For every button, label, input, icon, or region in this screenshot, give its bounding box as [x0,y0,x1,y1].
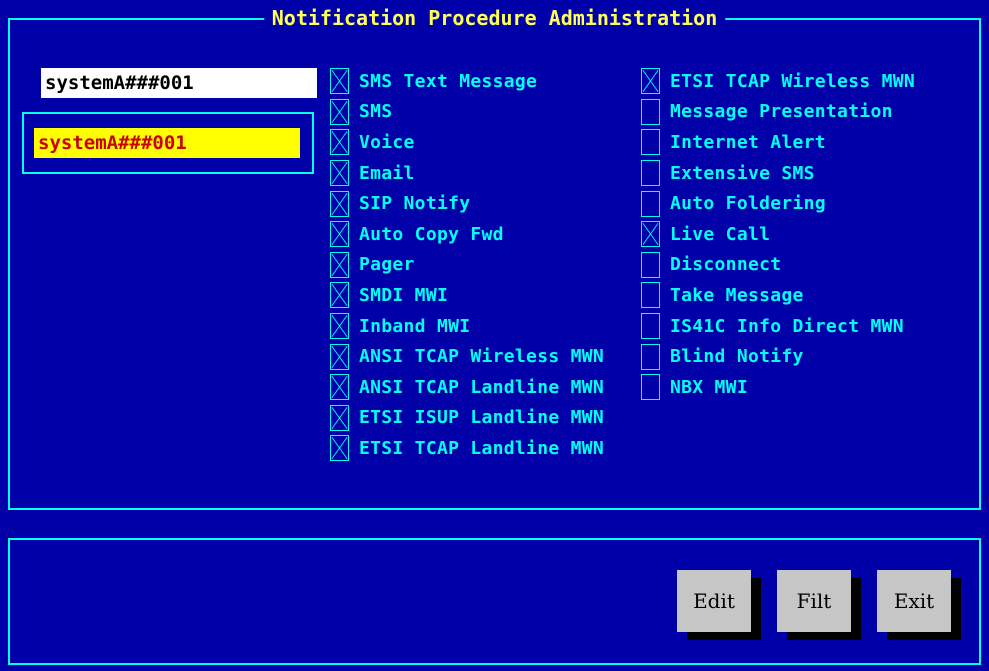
checkbox-checked-icon[interactable] [330,404,349,431]
option-etsi-tcap-landline-mwn[interactable]: ETSI TCAP Landline MWN [330,433,604,464]
checkbox-checked-icon[interactable] [641,68,660,95]
checkbox-checked-icon[interactable] [330,160,349,187]
option-label: Email [359,162,415,184]
record-list: systemA###001 [22,112,314,174]
option-label: Voice [359,131,415,153]
checkbox-checked-icon[interactable] [330,129,349,156]
checkbox-unchecked-icon[interactable] [641,282,660,309]
option-label: ETSI TCAP Wireless MWN [670,70,916,92]
option-etsi-isup-landline-mwn[interactable]: ETSI ISUP Landline MWN [330,403,604,434]
option-ansi-tcap-wireless-mwn[interactable]: ANSI TCAP Wireless MWN [330,341,604,372]
checkbox-checked-icon[interactable] [330,282,349,309]
option-nbx-mwi[interactable]: NBX MWI [641,372,915,403]
checkbox-checked-icon[interactable] [330,343,349,370]
option-label: Internet Alert [670,131,826,153]
option-label: Extensive SMS [670,162,815,184]
option-disconnect[interactable]: Disconnect [641,250,915,281]
option-blind-notify[interactable]: Blind Notify [641,341,915,372]
option-label: Auto Copy Fwd [359,223,504,245]
edit-button[interactable]: Edit [677,570,751,632]
option-inband-mwi[interactable]: Inband MWI [330,311,604,342]
option-sms-text-message[interactable]: SMS Text Message [330,66,604,97]
checkbox-unchecked-icon[interactable] [641,98,660,125]
option-label: Blind Notify [670,346,804,368]
option-label: SMS [359,101,393,123]
option-label: Inband MWI [359,315,471,337]
option-label: ETSI TCAP Landline MWN [359,437,605,459]
option-label: Disconnect [670,254,782,276]
option-label: SIP Notify [359,193,471,215]
option-email[interactable]: Email [330,158,604,189]
checkbox-checked-icon[interactable] [330,251,349,278]
option-smdi-mwi[interactable]: SMDI MWI [330,280,604,311]
option-message-presentation[interactable]: Message Presentation [641,97,915,128]
option-label: ANSI TCAP Wireless MWN [359,346,605,368]
exit-button[interactable]: Exit [877,570,951,632]
option-internet-alert[interactable]: Internet Alert [641,127,915,158]
option-pager[interactable]: Pager [330,250,604,281]
option-label: Take Message [670,284,804,306]
option-take-message[interactable]: Take Message [641,280,915,311]
checkbox-unchecked-icon[interactable] [641,313,660,340]
option-label: ETSI ISUP Landline MWN [359,407,605,429]
checkbox-unchecked-icon[interactable] [641,190,660,217]
option-ansi-tcap-landline-mwn[interactable]: ANSI TCAP Landline MWN [330,372,604,403]
options-column-right: ETSI TCAP Wireless MWN Message Presentati… [641,66,915,403]
checkbox-checked-icon[interactable] [330,221,349,248]
option-label: ANSI TCAP Landline MWN [359,376,605,398]
checkbox-unchecked-icon[interactable] [641,343,660,370]
option-label: IS41C Info Direct MWN [670,315,904,337]
option-label: Pager [359,254,415,276]
option-is41c-info-direct-mwn[interactable]: IS41C Info Direct MWN [641,311,915,342]
option-voice[interactable]: Voice [330,127,604,158]
checkbox-unchecked-icon[interactable] [641,251,660,278]
option-label: Live Call [670,223,771,245]
option-label: Message Presentation [670,101,893,123]
filt-button[interactable]: Filt [777,570,851,632]
option-label: Auto Foldering [670,193,826,215]
checkbox-checked-icon[interactable] [330,98,349,125]
checkbox-checked-icon[interactable] [330,190,349,217]
window-title: Notification Procedure Administration [263,4,726,32]
option-auto-copy-fwd[interactable]: Auto Copy Fwd [330,219,604,250]
checkbox-unchecked-icon[interactable] [641,129,660,156]
list-item-selected[interactable]: systemA###001 [34,128,300,158]
option-etsi-tcap-wireless-mwn[interactable]: ETSI TCAP Wireless MWN [641,66,915,97]
checkbox-checked-icon[interactable] [330,374,349,401]
option-auto-foldering[interactable]: Auto Foldering [641,188,915,219]
checkbox-unchecked-icon[interactable] [641,160,660,187]
checkbox-unchecked-icon[interactable] [641,374,660,401]
checkbox-checked-icon[interactable] [330,68,349,95]
options-column-left: SMS Text Message SMS Voice Email SIP Notify A… [330,66,604,464]
option-label: SMDI MWI [359,284,449,306]
option-sms[interactable]: SMS [330,97,604,128]
option-extensive-sms[interactable]: Extensive SMS [641,158,915,189]
option-live-call[interactable]: Live Call [641,219,915,250]
checkbox-checked-icon[interactable] [330,435,349,462]
search-input[interactable]: systemA###001 [41,68,317,98]
option-label: SMS Text Message [359,70,538,92]
checkbox-checked-icon[interactable] [330,313,349,340]
option-sip-notify[interactable]: SIP Notify [330,188,604,219]
option-label: NBX MWI [670,376,748,398]
checkbox-checked-icon[interactable] [641,221,660,248]
